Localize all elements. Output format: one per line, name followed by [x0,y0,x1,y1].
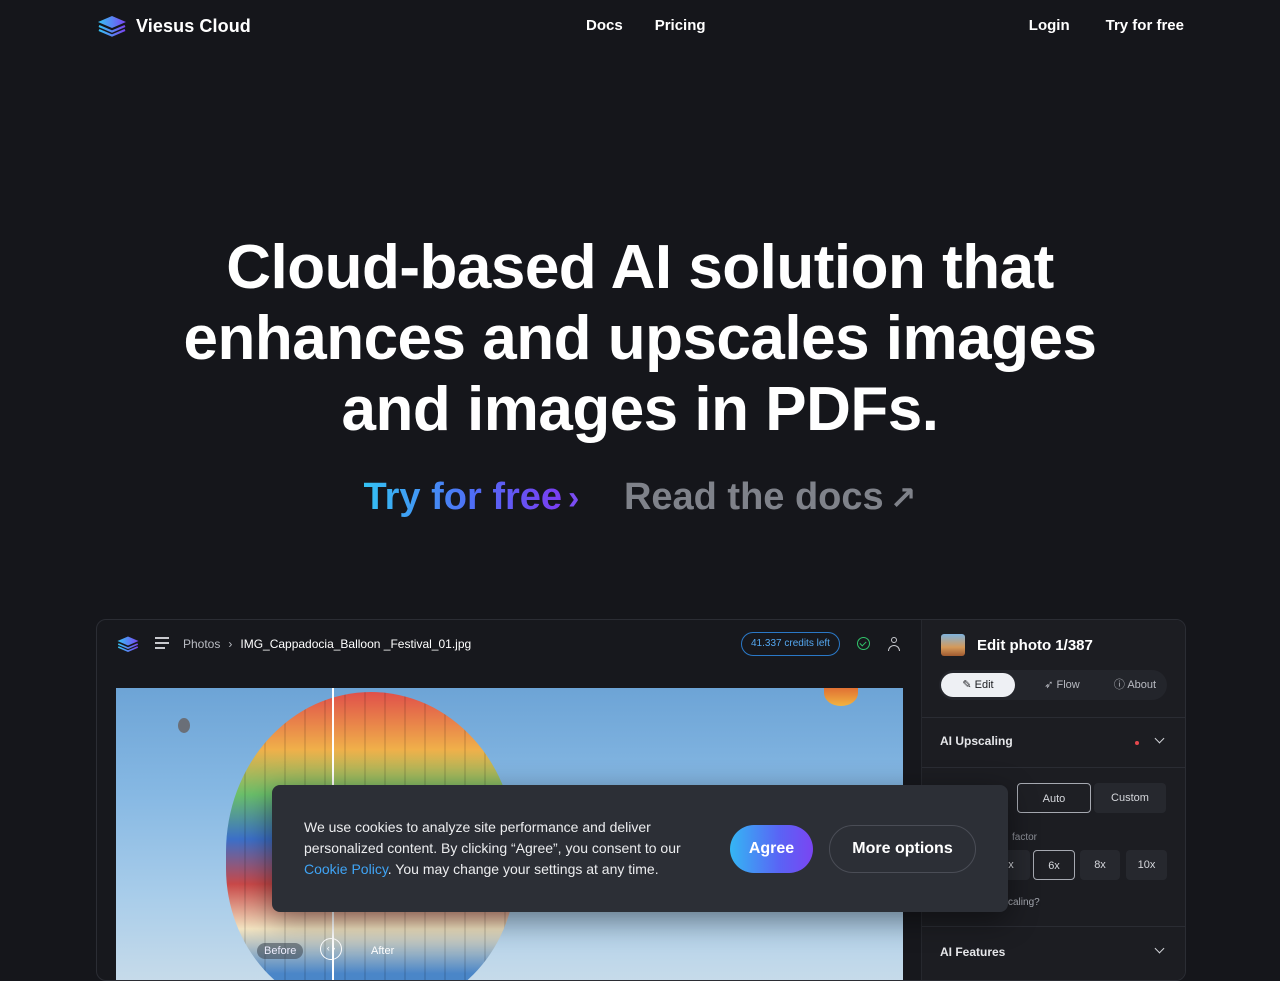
upscaling-question: caling? [1008,897,1040,908]
balloon-image [824,688,858,706]
compare-handle-icon[interactable]: ‹ › [320,938,342,960]
menu-icon[interactable] [155,637,169,649]
brand-name: Viesus Cloud [136,15,251,36]
cookie-text-intro: We use cookies to analyze site performan… [304,819,681,856]
tab-about-label: About [1127,679,1157,691]
pencil-icon: ✎ [962,679,975,691]
top-nav: Viesus Cloud Docs Pricing Login Try for … [0,0,1280,54]
breadcrumb-filename: IMG_Cappadocia_Balloon _Festival_01.jpg [240,637,472,651]
login-link[interactable]: Login [1029,17,1070,34]
cookie-message: We use cookies to analyze site performan… [304,817,714,880]
read-docs-cta-label: Read the docs [623,476,884,518]
tab-flow[interactable]: ➶ Flow [1033,673,1091,697]
divider [922,926,1185,927]
info-icon: ⓘ [1113,679,1128,691]
balloon-image [178,718,190,733]
try-free-cta-label: Try for free [363,476,563,518]
more-options-button[interactable]: More options [829,825,976,873]
mode-auto-button[interactable]: Auto [1017,783,1091,813]
try-free-link[interactable]: Try for free [1106,17,1184,34]
rocket-icon: ➶ [1044,679,1057,691]
factor-10x-button[interactable]: 10x [1126,850,1167,880]
factor-6x-button[interactable]: 6x [1033,850,1075,880]
cookie-banner: We use cookies to analyze site performan… [272,785,1008,912]
breadcrumb: Photos › IMG_Cappadocia_Balloon _Festiva… [183,637,471,651]
hero-title-line: Cloud-based AI solution that [226,233,1054,302]
cookie-policy-link[interactable]: Cookie Policy [304,861,388,877]
section-ai-upscaling[interactable]: AI Upscaling [940,734,1013,748]
tab-flow-label: Flow [1056,679,1080,691]
hero-title-line: and images in PDFs. [341,375,939,444]
breadcrumb-photos[interactable]: Photos [183,637,220,651]
cookie-text-outro: . You may change your settings at any ti… [387,861,659,877]
divider [922,767,1185,768]
status-dot [1135,741,1139,745]
arrow-up-right-icon: ↗ [889,480,917,516]
mode-custom-button[interactable]: Custom [1094,783,1166,813]
layers-logo-icon [117,636,139,653]
chevron-right-icon: › [228,637,233,651]
tab-about[interactable]: ⓘ About [1103,673,1167,697]
hero-ctas: Try for free › Read the docs ↗ [0,476,1280,519]
chevron-right-icon: › [568,479,580,517]
nav-link-docs[interactable]: Docs [586,17,623,34]
primary-nav: Docs Pricing [586,17,706,34]
divider [922,717,1185,718]
check-circle-icon [857,637,870,650]
factor-label: factor [1012,832,1038,843]
brand-logo-link[interactable]: Viesus Cloud [96,14,251,38]
panel-tabs: ✎ Edit ➶ Flow ⓘ About [939,670,1167,700]
credits-badge: 41.337 credits left [741,632,840,656]
hero-title-line: enhances and upscales images [183,304,1097,373]
panel-title: Edit photo 1/387 [977,637,1093,654]
after-label: After [371,945,395,957]
read-docs-cta[interactable]: Read the docs ↗ [624,476,917,519]
photo-thumbnail [941,634,965,656]
tab-edit-label: Edit [974,679,994,691]
section-ai-features[interactable]: AI Features [940,945,1005,959]
chevron-down-icon[interactable] [1154,733,1165,744]
nav-link-pricing[interactable]: Pricing [655,17,706,34]
user-icon[interactable] [888,637,900,651]
layers-logo-icon [98,16,126,37]
before-label: Before [257,943,304,959]
app-toolbar: Photos › IMG_Cappadocia_Balloon _Festiva… [97,620,921,668]
factor-8x-button[interactable]: 8x [1080,850,1120,880]
chevron-down-icon[interactable] [1154,943,1165,954]
hero-title: Cloud-based AI solution that enhances an… [0,232,1280,445]
try-free-cta[interactable]: Try for free [364,476,563,519]
agree-button[interactable]: Agree [730,825,813,873]
tab-edit[interactable]: ✎ Edit [941,673,1015,697]
account-nav: Login Try for free [1029,17,1184,34]
